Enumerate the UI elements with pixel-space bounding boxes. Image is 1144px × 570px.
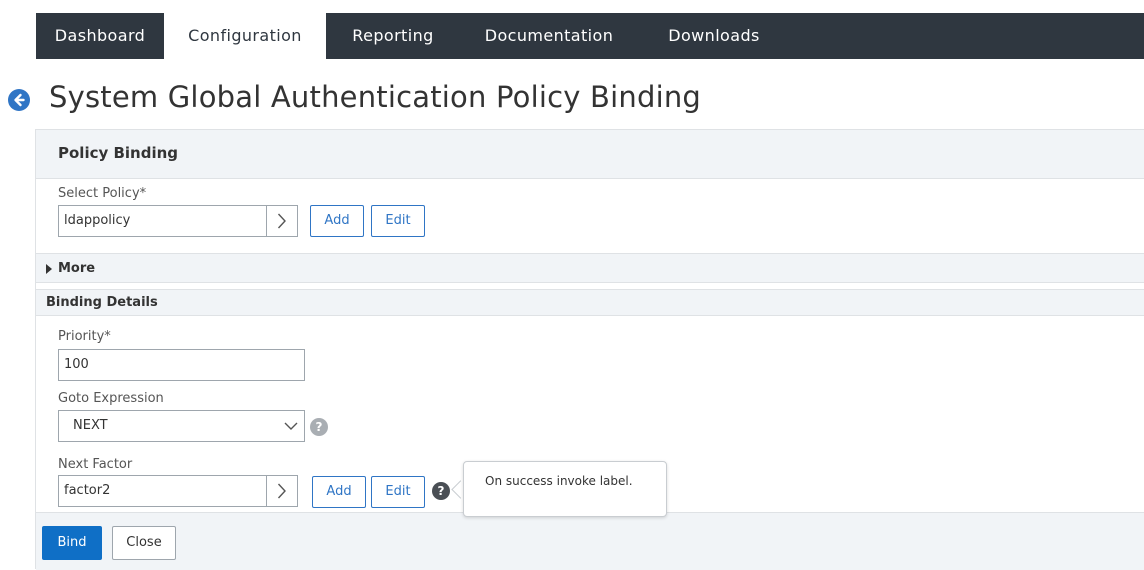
- close-button[interactable]: Close: [112, 526, 176, 560]
- goto-expression-label: Goto Expression: [58, 391, 164, 406]
- panel-header: Policy Binding: [36, 130, 1144, 179]
- tab-configuration[interactable]: Configuration: [164, 13, 326, 59]
- tab-reporting[interactable]: Reporting: [326, 13, 460, 59]
- add-policy-button[interactable]: Add: [310, 205, 364, 237]
- edit-policy-button[interactable]: Edit: [371, 205, 425, 237]
- help-tooltip-text: On success invoke label.: [485, 474, 633, 488]
- select-policy-chevron-button[interactable]: [266, 205, 298, 237]
- select-policy-label: Select Policy*: [58, 186, 147, 201]
- page-title: System Global Authentication Policy Bind…: [49, 80, 702, 114]
- tab-documentation[interactable]: Documentation: [460, 13, 638, 59]
- panel-footer: Bind Close: [36, 512, 1144, 570]
- binding-details-header: Binding Details: [36, 289, 1144, 316]
- goto-help-icon[interactable]: ?: [310, 418, 328, 436]
- next-factor-input[interactable]: factor2: [58, 475, 267, 507]
- arrow-left-circle-icon[interactable]: [8, 89, 30, 111]
- next-factor-help-icon[interactable]: ?: [432, 482, 450, 500]
- top-nav: Dashboard Configuration Reporting Docume…: [36, 13, 1144, 59]
- goto-expression-select[interactable]: NEXT: [58, 410, 305, 442]
- priority-input[interactable]: 100: [58, 349, 305, 381]
- tab-downloads[interactable]: Downloads: [638, 13, 790, 59]
- help-tooltip: On success invoke label.: [463, 461, 667, 517]
- more-label: More: [58, 261, 96, 276]
- chevron-down-icon: [284, 422, 298, 430]
- chevron-right-icon: [277, 483, 286, 499]
- select-policy-input[interactable]: ldappolicy: [58, 205, 267, 237]
- edit-next-factor-button[interactable]: Edit: [371, 476, 425, 508]
- chevron-right-icon: [277, 213, 286, 229]
- priority-label: Priority*: [58, 329, 111, 344]
- binding-details-title: Binding Details: [46, 295, 158, 310]
- panel-header-title: Policy Binding: [58, 144, 179, 162]
- add-next-factor-button[interactable]: Add: [312, 476, 366, 508]
- caret-right-icon: [46, 264, 52, 274]
- tab-dashboard[interactable]: Dashboard: [36, 13, 164, 59]
- goto-expression-value: NEXT: [73, 418, 108, 433]
- more-expander[interactable]: More: [36, 253, 1144, 283]
- next-factor-chevron-button[interactable]: [266, 475, 298, 507]
- next-factor-label: Next Factor: [58, 457, 133, 472]
- bind-button[interactable]: Bind: [42, 526, 102, 560]
